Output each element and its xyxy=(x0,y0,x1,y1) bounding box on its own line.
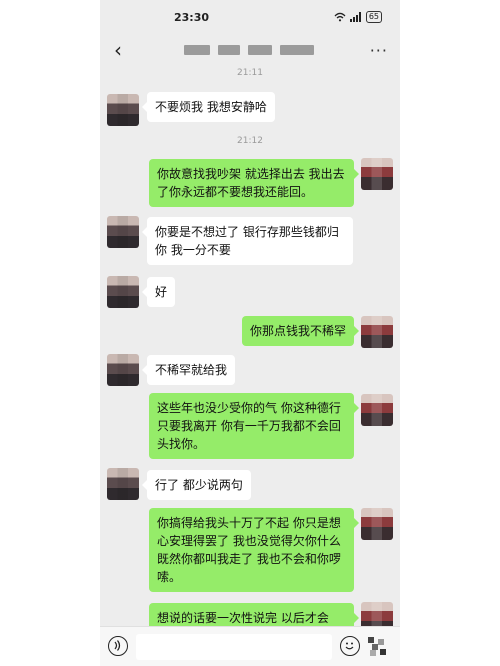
chat-header: ‹ ··· xyxy=(100,34,400,66)
timestamp: 21:12 xyxy=(237,136,263,146)
avatar[interactable] xyxy=(107,354,139,386)
wifi-icon xyxy=(334,12,346,22)
chat-screen: 23:30 65 ‹ ··· 21:11 不要烦我 我想安静哈 21:12 你故… xyxy=(100,0,400,666)
back-icon[interactable]: ‹ xyxy=(108,38,128,62)
voice-icon[interactable] xyxy=(108,636,128,656)
message-bubble[interactable]: 不要烦我 我想安静哈 xyxy=(142,92,275,122)
emoji-icon[interactable] xyxy=(340,636,360,656)
status-bar: 23:30 65 xyxy=(100,0,400,34)
avatar[interactable] xyxy=(107,94,139,126)
input-bar xyxy=(100,626,400,666)
avatar[interactable] xyxy=(361,316,393,348)
message-input[interactable] xyxy=(136,634,332,660)
message-bubble[interactable]: 你搞得给我头十万了不起 你只是想心安理得罢了 我也没觉得欠你什么 既然你都叫我走… xyxy=(149,508,359,592)
plus-icon[interactable] xyxy=(368,637,388,657)
message-bubble[interactable]: 好 xyxy=(141,277,176,307)
battery-icon: 65 xyxy=(365,11,382,23)
message-bubble[interactable]: 行了 都少说两句 xyxy=(142,470,251,500)
message-bubble[interactable]: 你那点钱我不稀罕 xyxy=(241,316,360,346)
message-bubble[interactable]: 你要是不想过了 银行存那些钱都归你 我一分不要 xyxy=(142,217,353,265)
avatar[interactable] xyxy=(361,508,393,540)
avatar[interactable] xyxy=(107,216,139,248)
avatar[interactable] xyxy=(107,468,139,500)
message-list[interactable]: 21:11 不要烦我 我想安静哈 21:12 你故意找我吵架 就选择出去 我出去… xyxy=(100,66,400,634)
avatar[interactable] xyxy=(107,276,139,308)
more-icon[interactable]: ··· xyxy=(370,41,388,60)
system-icons: 65 xyxy=(334,11,382,23)
timestamp: 21:11 xyxy=(237,68,263,78)
message-bubble[interactable]: 你故意找我吵架 就选择出去 我出去了你永远都不要想我还能回。 xyxy=(149,159,359,207)
message-bubble[interactable]: 这些年也没少受你的气 你这种德行 只要我离开 你有一千万我都不会回头找你。 xyxy=(149,393,359,459)
avatar[interactable] xyxy=(361,158,393,190)
avatar[interactable] xyxy=(361,394,393,426)
status-time: 23:30 xyxy=(174,10,210,24)
chat-title-mosaic xyxy=(183,45,314,55)
message-bubble[interactable]: 不稀罕就给我 xyxy=(141,355,236,385)
signal-icon xyxy=(349,12,361,22)
